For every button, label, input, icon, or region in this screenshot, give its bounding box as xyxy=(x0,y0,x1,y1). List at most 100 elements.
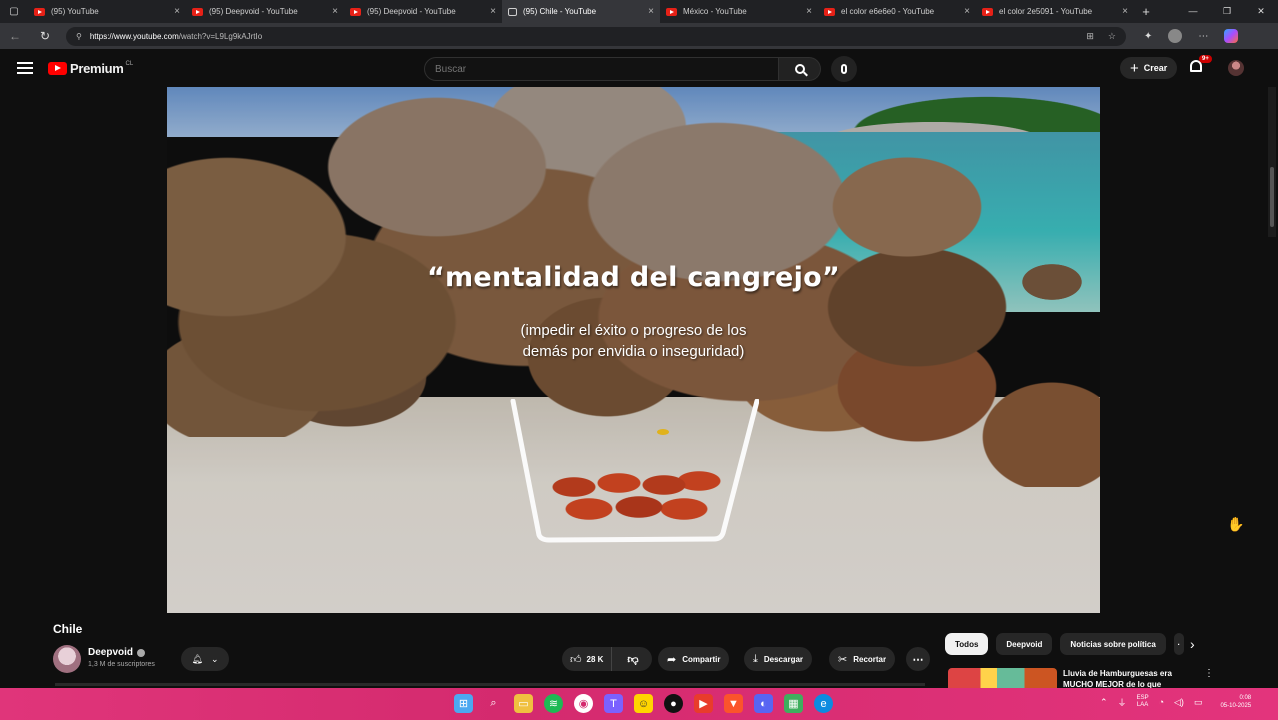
tab-close-icon[interactable]: × xyxy=(1122,6,1128,17)
dislike-button[interactable]: 👎︎ xyxy=(618,653,647,666)
menu-icon[interactable] xyxy=(17,62,33,74)
back-icon[interactable]: ← xyxy=(0,29,30,43)
thumbs-up-icon: 👍︎ xyxy=(570,653,582,666)
tab-close-icon[interactable]: × xyxy=(648,6,654,17)
subtitle-line-2: demás por envidia o inseguridad) xyxy=(522,343,745,360)
browser-tab[interactable]: (95) Deepvoid - YouTube × xyxy=(344,0,502,23)
youtube-favicon-icon xyxy=(350,7,361,16)
chip-overflow[interactable]: · xyxy=(1173,633,1184,655)
chip-todos[interactable]: Todos xyxy=(945,633,989,655)
chrome-icon[interactable]: ◉ xyxy=(574,694,593,713)
browser-tab[interactable]: el color e6e6e0 - YouTube × xyxy=(818,0,976,23)
bookmark-star-icon[interactable]: ☆ xyxy=(1108,31,1116,42)
spotify-icon[interactable]: ≋ xyxy=(544,694,563,713)
edge-icon[interactable]: e xyxy=(814,694,833,713)
battery-icon[interactable]: ▭ xyxy=(1194,697,1203,708)
minecraft-icon[interactable]: ▦ xyxy=(784,694,803,713)
chevron-up-icon[interactable]: ⌃ xyxy=(1100,697,1108,708)
new-tab-button[interactable]: + xyxy=(1134,4,1158,19)
url-field[interactable]: ⚲ https://www.youtube.com/watch?v=L9Lg9k… xyxy=(66,26,1126,46)
notifications-button[interactable]: 9+ xyxy=(1190,55,1212,74)
share-button[interactable]: ➦ Compartir xyxy=(658,647,730,671)
tab-close-icon[interactable]: × xyxy=(332,6,338,17)
search-icon[interactable]: ⌕ xyxy=(484,694,503,713)
extensions-icon[interactable]: ✦ xyxy=(1144,31,1152,42)
browser-menu-icon[interactable]: ⋯ xyxy=(1198,31,1208,42)
search-bar xyxy=(424,56,857,82)
close-window-icon[interactable]: ✕ xyxy=(1244,6,1278,17)
channel-name-link[interactable]: Deepvoid xyxy=(88,647,146,658)
discord-icon[interactable]: ◐ xyxy=(754,694,773,713)
brave-icon[interactable]: ▼ xyxy=(724,694,743,713)
chip-noticias[interactable]: Noticias sobre política xyxy=(1060,633,1166,655)
wifi-icon[interactable]: ◔ xyxy=(1159,697,1164,707)
youtube-logo[interactable]: Premium CL xyxy=(48,61,133,76)
search-button[interactable] xyxy=(779,57,821,81)
cursor-hand-icon: ✋ xyxy=(1227,516,1245,532)
clock[interactable]: 0:08 05-10-2025 xyxy=(1220,694,1251,710)
crab-pile-illustration xyxy=(549,469,721,531)
tab-title: el color 2e5091 - YouTube xyxy=(999,7,1093,16)
subscription-bell-button[interactable]: 🔔︎ ⌄ xyxy=(181,647,229,671)
volume-icon[interactable]: ◁) xyxy=(1174,697,1184,708)
create-button[interactable]: + Crear xyxy=(1120,57,1178,79)
tab-title: (95) Deepvoid - YouTube xyxy=(209,7,298,16)
recommendation-title[interactable]: Lluvia de Hamburguesas era MUCHO MEJOR d… xyxy=(1063,668,1188,688)
site-info-icon[interactable]: ⚲ xyxy=(76,32,82,41)
youtube-favicon-icon xyxy=(666,7,677,16)
video-player[interactable]: “mentalidad del cangrejo” (impedir el éx… xyxy=(167,87,1100,613)
browser-tab-active[interactable]: (95) Chile - YouTube × xyxy=(502,0,660,23)
tab-title: el color e6e6e0 - YouTube xyxy=(841,7,935,16)
chip-deepvoid[interactable]: Deepvoid xyxy=(996,633,1053,655)
comments-loading-bar xyxy=(55,683,925,686)
chevron-right-icon[interactable]: › xyxy=(1190,636,1195,652)
tab-close-icon[interactable]: × xyxy=(806,6,812,17)
browser-tab[interactable]: (95) YouTube × xyxy=(28,0,186,23)
browser-tab[interactable]: (95) Deepvoid - YouTube × xyxy=(186,0,344,23)
voice-search-button[interactable] xyxy=(831,56,857,82)
tab-title: (95) Deepvoid - YouTube xyxy=(367,7,456,16)
github-icon[interactable]: ● xyxy=(664,694,683,713)
reader-mode-icon[interactable]: ⊞ xyxy=(1086,31,1094,42)
like-button[interactable]: 👍︎ 28 K xyxy=(562,647,613,671)
like-dislike-group: 👍︎ 28 K 👎︎ xyxy=(562,647,652,671)
teams-icon[interactable]: T xyxy=(604,694,623,713)
emoji-app-icon[interactable]: ☺ xyxy=(634,694,653,713)
audio-playing-icon[interactable] xyxy=(508,7,517,16)
tab-close-icon[interactable]: × xyxy=(964,6,970,17)
windows-taskbar: ⊞ ⌕ ▭ ≋ ◉ T ☺ ● ▶ ▼ ◐ ▦ e ⌃ ⏚ ESP LAA ◔ ◁… xyxy=(0,688,1278,720)
recommendation-thumbnail[interactable] xyxy=(948,668,1057,688)
video-title: Chile xyxy=(53,622,83,636)
tab-close-icon[interactable]: × xyxy=(174,6,180,17)
profile-avatar-icon[interactable] xyxy=(1168,29,1183,43)
video-overlay-title: “mentalidad del cangrejo” xyxy=(426,262,841,293)
youtube-favicon-icon xyxy=(34,7,45,16)
download-label: Descargar xyxy=(763,654,804,664)
youtube-play-logo-icon xyxy=(48,61,67,75)
download-button[interactable]: ⤓ Descargar xyxy=(744,647,813,671)
search-input[interactable] xyxy=(424,57,779,81)
more-actions-button[interactable]: ⋯ xyxy=(906,647,930,671)
copilot-icon[interactable] xyxy=(1224,29,1239,43)
tab-actions-icon[interactable]: ▢ xyxy=(0,0,28,23)
file-explorer-icon[interactable]: ▭ xyxy=(514,694,533,713)
maximize-icon[interactable]: ❐ xyxy=(1210,6,1244,17)
recommendation-menu-icon[interactable]: ⋮ xyxy=(1204,668,1214,679)
usb-icon[interactable]: ⏚ xyxy=(1118,696,1127,709)
browser-tab[interactable]: el color 2e5091 - YouTube × xyxy=(976,0,1134,23)
start-icon[interactable]: ⊞ xyxy=(454,694,473,713)
minimize-icon[interactable]: — xyxy=(1176,6,1210,17)
browser-tab[interactable]: México - YouTube × xyxy=(660,0,818,23)
media-app-icon[interactable]: ▶ xyxy=(694,694,713,713)
url-host: https://www.youtube.com xyxy=(89,31,179,41)
page-scrollbar[interactable] xyxy=(1268,87,1276,237)
tab-title: (95) YouTube xyxy=(51,7,99,16)
url-path: /watch?v=L9Lg9kAJrtIo xyxy=(178,31,263,41)
channel-avatar[interactable] xyxy=(53,645,81,673)
reload-icon[interactable]: ↻ xyxy=(30,29,60,43)
tab-close-icon[interactable]: × xyxy=(490,6,496,17)
clip-button[interactable]: ✂ Recortar xyxy=(829,647,896,671)
account-avatar[interactable] xyxy=(1228,60,1244,76)
subscriber-count: 1,3 M de suscriptores xyxy=(88,661,155,668)
language-indicator[interactable]: ESP LAA xyxy=(1137,695,1149,709)
